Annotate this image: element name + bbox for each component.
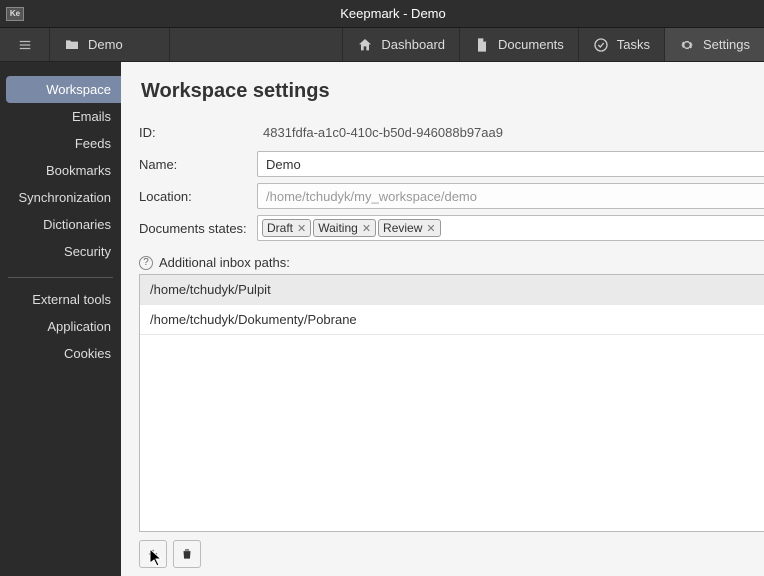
window-title: Keepmark - Demo — [28, 6, 758, 21]
sidebar-item-cookies[interactable]: Cookies — [0, 340, 121, 367]
gear-icon — [679, 37, 695, 53]
sidebar-item-feeds[interactable]: Feeds — [0, 130, 121, 157]
nav-documents[interactable]: Documents — [459, 28, 578, 61]
breadcrumb[interactable]: Demo — [50, 28, 170, 61]
check-circle-icon — [593, 37, 609, 53]
sidebar-item-synchronization[interactable]: Synchronization — [0, 184, 121, 211]
trash-icon — [180, 547, 194, 561]
add-path-button[interactable] — [139, 540, 167, 568]
row-name: Name: — [139, 151, 764, 177]
titlebar: Ke Keepmark - Demo — [0, 0, 764, 28]
label-name: Name: — [139, 157, 257, 172]
toolbar: Demo Dashboard Documents Tasks Settings — [0, 28, 764, 62]
row-states: Documents states: Draft ✕ Waiting ✕ Revi… — [139, 215, 764, 241]
hamburger-icon — [16, 38, 34, 52]
help-icon[interactable]: ? — [139, 256, 153, 270]
sidebar-item-emails[interactable]: Emails — [0, 103, 121, 130]
sidebar-item-external-tools[interactable]: External tools — [0, 286, 121, 313]
breadcrumb-label: Demo — [88, 37, 123, 52]
row-location: Location: — [139, 183, 764, 209]
remove-icon[interactable]: ✕ — [426, 222, 435, 235]
inbox-paths-list[interactable]: /home/tchudyk/Pulpit /home/tchudyk/Dokum… — [139, 274, 764, 532]
nav-dashboard[interactable]: Dashboard — [342, 28, 459, 61]
nav-settings[interactable]: Settings — [664, 28, 764, 61]
nav-documents-label: Documents — [498, 37, 564, 52]
input-location[interactable] — [257, 183, 764, 209]
document-icon — [474, 37, 490, 53]
nav-dashboard-label: Dashboard — [381, 37, 445, 52]
state-chip[interactable]: Waiting ✕ — [313, 219, 376, 237]
state-chip[interactable]: Draft ✕ — [262, 219, 311, 237]
sidebar-item-application[interactable]: Application — [0, 313, 121, 340]
sidebar-separator — [8, 277, 113, 278]
delete-path-button[interactable] — [173, 540, 201, 568]
row-id: ID: 4831fdfa-a1c0-410c-b50d-946088b97aa9 — [139, 119, 764, 145]
nav-tasks[interactable]: Tasks — [578, 28, 664, 61]
folder-icon — [64, 37, 80, 53]
states-field[interactable]: Draft ✕ Waiting ✕ Review ✕ — [257, 215, 764, 241]
main: Workspace Emails Feeds Bookmarks Synchro… — [0, 62, 764, 576]
label-location: Location: — [139, 189, 257, 204]
toolbar-spacer — [170, 28, 342, 61]
plus-icon — [146, 547, 160, 561]
additional-paths-header: ? Additional inbox paths: — [139, 255, 764, 270]
additional-paths-label: Additional inbox paths: — [159, 255, 290, 270]
state-chip[interactable]: Review ✕ — [378, 219, 441, 237]
input-name[interactable] — [257, 151, 764, 177]
remove-icon[interactable]: ✕ — [297, 222, 306, 235]
sidebar-item-security[interactable]: Security — [0, 238, 121, 265]
path-actions — [139, 532, 764, 576]
state-chip-label: Review — [383, 221, 422, 235]
inbox-path-row[interactable]: /home/tchudyk/Dokumenty/Pobrane — [140, 305, 764, 335]
content: Workspace settings ID: 4831fdfa-a1c0-410… — [121, 62, 764, 576]
value-id: 4831fdfa-a1c0-410c-b50d-946088b97aa9 — [257, 125, 503, 140]
menu-button[interactable] — [0, 28, 50, 61]
sidebar-item-bookmarks[interactable]: Bookmarks — [0, 157, 121, 184]
remove-icon[interactable]: ✕ — [362, 222, 371, 235]
home-icon — [357, 37, 373, 53]
nav-settings-label: Settings — [703, 37, 750, 52]
app-icon: Ke — [6, 7, 24, 21]
page-title: Workspace settings — [139, 80, 764, 103]
label-id: ID: — [139, 125, 257, 140]
state-chip-label: Waiting — [318, 221, 358, 235]
sidebar: Workspace Emails Feeds Bookmarks Synchro… — [0, 62, 121, 576]
nav-tasks-label: Tasks — [617, 37, 650, 52]
inbox-path-row[interactable]: /home/tchudyk/Pulpit — [140, 275, 764, 305]
label-states: Documents states: — [139, 221, 257, 236]
sidebar-item-workspace[interactable]: Workspace — [6, 76, 121, 103]
sidebar-item-dictionaries[interactable]: Dictionaries — [0, 211, 121, 238]
state-chip-label: Draft — [267, 221, 293, 235]
